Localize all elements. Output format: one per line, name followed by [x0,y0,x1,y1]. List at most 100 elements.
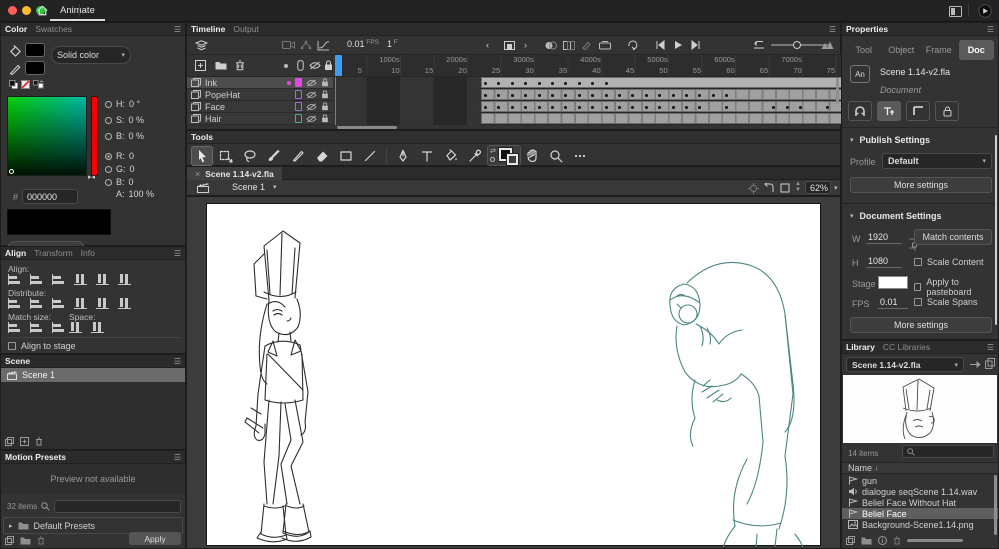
properties-tab-object[interactable]: Object [884,40,920,60]
frame-graph-icon[interactable] [317,40,330,51]
keyframe-dot[interactable] [698,94,701,97]
frame-span[interactable] [481,113,842,124]
fps-field-value[interactable]: 0.01 [878,297,908,309]
frame-span[interactable] [481,89,842,100]
layer-hidden-icon[interactable] [306,103,317,111]
keyframe-dot[interactable] [497,82,500,85]
keyframe-dot[interactable] [826,106,829,109]
layer-hidden-icon[interactable] [306,79,317,87]
stage-character-left[interactable] [245,231,311,542]
play-icon[interactable] [673,40,683,50]
distribute-bottom-icon[interactable] [52,298,65,309]
zoom-level-dropdown-icon[interactable]: ▾ [834,184,838,192]
align-to-stage-checkbox[interactable] [8,342,16,350]
snap-align-icon[interactable] [906,101,930,121]
brightness-radio-value[interactable]: 0 % [129,131,145,141]
keyframe-dot[interactable] [698,106,701,109]
keyframe-dot[interactable] [497,94,500,97]
delete-scene-icon[interactable] [35,437,43,446]
distribute-top-icon[interactable] [8,298,21,309]
prev-keyframe-icon[interactable]: ‹ [486,40,489,50]
distribute-center-icon[interactable] [96,298,109,309]
scene-list-item[interactable]: Scene 1 [1,368,185,382]
close-document-icon[interactable]: × [195,169,200,179]
library-item[interactable]: Beliel Face [842,508,998,519]
frame-span-icon[interactable] [599,41,611,50]
hue-slider[interactable] [91,96,98,176]
keyframe-dot[interactable] [658,106,661,109]
match-width-icon[interactable] [8,322,21,333]
tab-output[interactable]: Output [233,24,259,34]
tool-stroke-color-icon[interactable] [490,157,495,162]
keyframe-dot[interactable] [484,106,487,109]
docset-more-settings-button[interactable]: More settings [850,317,992,333]
library-vscrollbar[interactable] [994,475,997,535]
next-keyframe-icon[interactable]: › [524,40,527,50]
keyframe-dot[interactable] [631,94,634,97]
space-horizontal-icon[interactable] [91,322,104,333]
layer-lock-icon[interactable] [321,78,329,87]
tab-color[interactable]: Color [5,24,27,34]
frame-span[interactable] [481,77,842,88]
tab-align[interactable]: Align [5,248,26,258]
keyframe-dot[interactable] [538,82,541,85]
keyframe-dot[interactable] [725,106,728,109]
red-radio-value[interactable]: 0 [129,151,134,161]
green-radio-value[interactable]: 0 [130,164,135,174]
keyframe-dot[interactable] [578,106,581,109]
align-right-icon[interactable] [52,274,65,285]
keyframe-dot[interactable] [564,82,567,85]
hue-radio[interactable] [105,101,112,108]
distribute-left-icon[interactable] [74,298,87,309]
saturation-radio-value[interactable]: 0 % [129,115,145,125]
lasso-tool[interactable] [239,146,261,166]
default-colors-icon[interactable] [9,80,18,89]
keyframe-dot[interactable] [524,94,527,97]
height-value[interactable]: 1080 [866,256,902,268]
layer-row-ink[interactable]: Ink [187,77,333,89]
delete-item-icon[interactable] [893,536,901,545]
keyframe-dot[interactable] [511,94,514,97]
new-layer-folder-icon[interactable] [215,60,227,70]
quick-share-icon[interactable] [978,4,992,18]
blue-radio-value[interactable]: 0 [129,177,134,187]
library-item[interactable]: gun [842,475,998,486]
delete-preset-icon[interactable] [37,536,45,545]
reset-timeline-zoom-icon[interactable] [753,40,765,50]
more-options-icon[interactable] [569,146,591,166]
swap-tool-colors-icon[interactable]: ⇄ [490,147,496,155]
paint-bucket-tool[interactable] [440,146,462,166]
hue-radio-value[interactable]: 0 ° [129,99,140,109]
keyframe-dot[interactable] [645,106,648,109]
new-layer-icon[interactable] [195,60,206,71]
layer-color-chip[interactable] [295,114,302,123]
library-item[interactable]: Background-Scene1.14.png [842,519,998,530]
keyframe-dot[interactable] [484,94,487,97]
lock-icon[interactable] [935,101,959,121]
line-tool[interactable] [359,146,381,166]
keyframe-dot[interactable] [725,94,728,97]
fps-value[interactable]: 0.01 FPS [347,39,379,49]
tab-info[interactable]: Info [81,248,95,258]
brightness-radio[interactable] [105,133,112,140]
add-scene-icon[interactable] [20,437,29,446]
tab-transform[interactable]: Transform [34,248,72,258]
step-forward-icon[interactable] [691,40,701,50]
tool-colors-well[interactable]: ⇄ [487,145,521,166]
match-both-icon[interactable] [52,322,65,333]
free-transform-tool[interactable] [215,146,237,166]
space-vertical-icon[interactable] [69,322,82,333]
hue-slider-handle[interactable]: ▸◂ [88,173,95,181]
center-frame-icon[interactable] [504,41,515,50]
pen-tool[interactable] [392,146,414,166]
publish-settings-header[interactable]: Publish Settings [860,135,931,145]
document-settings-header[interactable]: Document Settings [860,211,942,221]
match-height-icon[interactable] [30,322,43,333]
zoom-level-value[interactable]: 62% [805,181,831,194]
keyframe-dot[interactable] [786,106,789,109]
canvas-pasteboard[interactable] [186,196,841,549]
keyframe-dot[interactable] [591,106,594,109]
align-middle-vertical-icon[interactable] [96,274,109,285]
layer-depth-icon[interactable] [300,40,312,50]
scale-content-checkbox[interactable] [914,258,922,266]
